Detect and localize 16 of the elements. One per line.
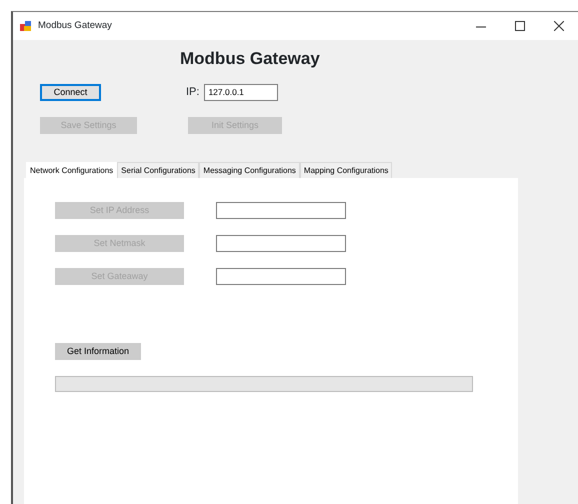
input-field[interactable] xyxy=(216,202,346,218)
tab[interactable]: Messaging Configurations xyxy=(199,162,300,178)
app-heading: Modbus Gateway xyxy=(180,49,320,68)
app-icon xyxy=(20,20,32,32)
ip-label: IP: xyxy=(186,84,200,100)
window-title: Modbus Gateway xyxy=(38,18,112,33)
connect-button[interactable]: Connect xyxy=(40,84,101,100)
tab[interactable]: Serial Configurations xyxy=(117,162,200,178)
ip-field[interactable]: 127.0.0.1 xyxy=(204,84,278,100)
input-field[interactable] xyxy=(216,234,346,252)
tab[interactable]: Mapping Configurations xyxy=(300,162,392,178)
close-icon xyxy=(554,21,564,31)
get-information-button[interactable]: Get Information xyxy=(55,342,141,360)
maximize-icon xyxy=(514,21,524,31)
input-field[interactable] xyxy=(216,268,346,284)
tab[interactable]: Network Configurations xyxy=(26,162,118,178)
